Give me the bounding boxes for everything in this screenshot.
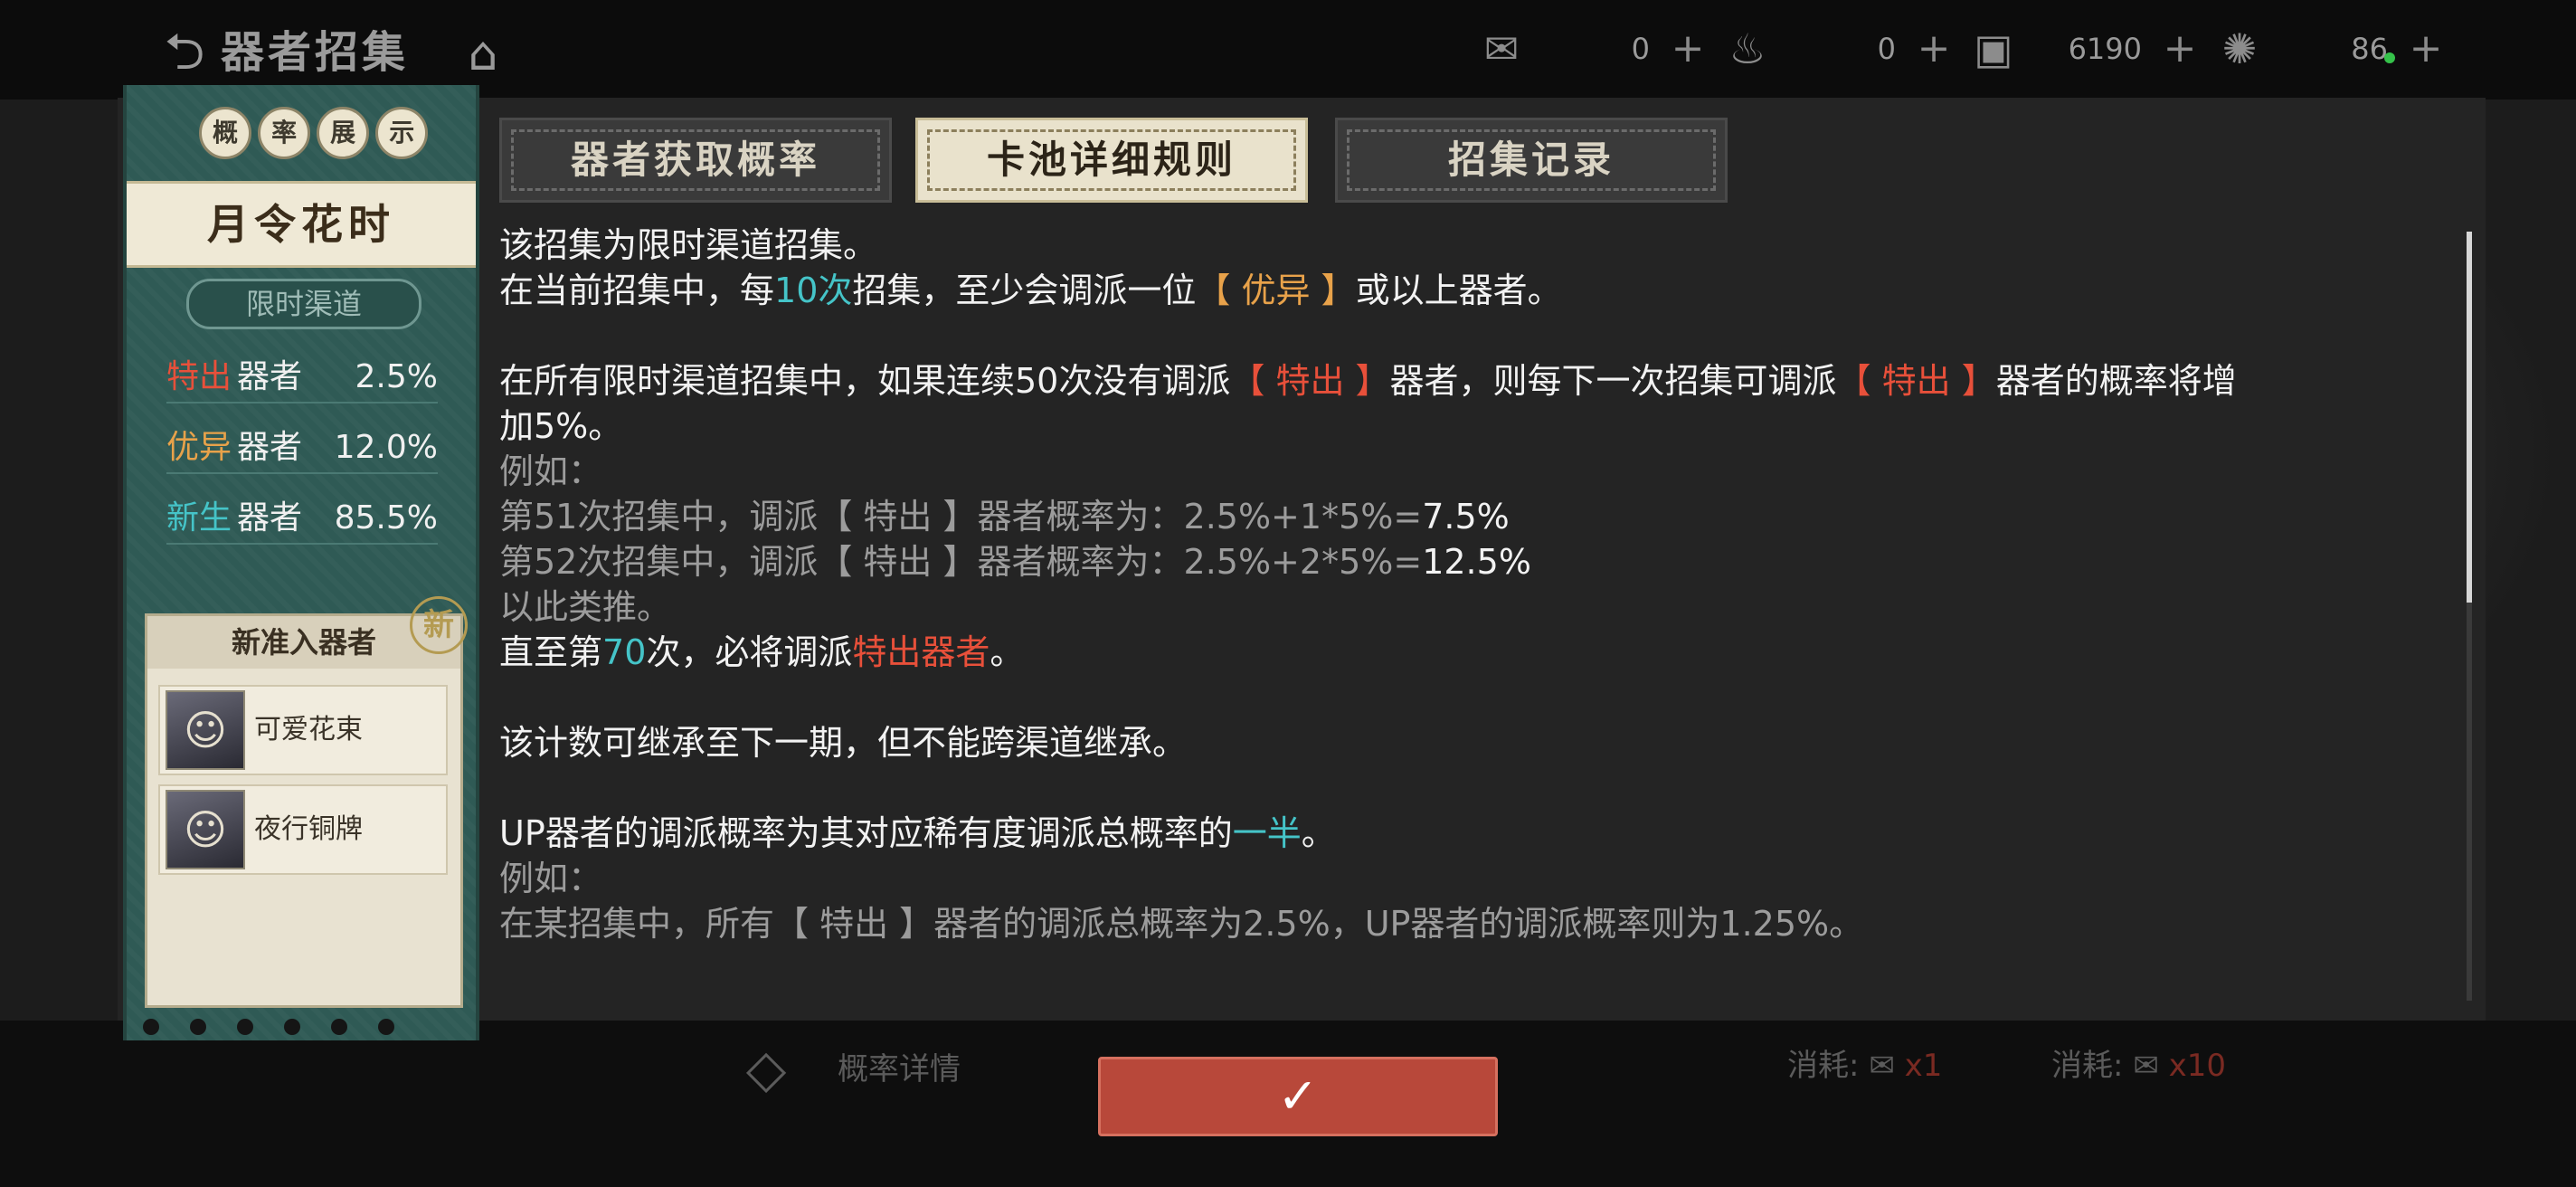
rate-row-excellent: 优异 器者 12.0% <box>166 423 438 474</box>
new-character-item[interactable]: ☺ 夜行铜牌 <box>158 784 448 875</box>
probability-detail-label: 概率详情 <box>838 1051 961 1087</box>
rarity-label: 特出 <box>166 358 232 395</box>
rate-row-newborn: 新生 器者 85.5% <box>166 494 438 545</box>
kind-label: 器者 <box>237 499 303 537</box>
cost-amount: x10 <box>2168 1048 2226 1084</box>
badge-char: 概 <box>199 107 251 159</box>
avatar: ☺ <box>166 690 245 770</box>
pool-name: 月令花时 <box>207 200 395 249</box>
rules-text[interactable]: 该招集为限时渠道招集。 在当前招集中，每10次招集，至少会调派一位【 优异 】或… <box>499 223 2453 955</box>
coin-icon: ▣ <box>1974 24 2013 73</box>
envelope-icon: ✉ <box>1483 24 1520 73</box>
back-arrow-icon[interactable]: ⮌ <box>156 24 213 81</box>
character-name: 可爱花束 <box>254 714 363 745</box>
badge-char: 展 <box>317 107 370 159</box>
ticket-edge <box>143 1019 459 1037</box>
rule-line: 第52次招集中，调派【 特出 】器者概率为：2.5%+2*5%=12.5% <box>499 542 1531 582</box>
rule-line: 例如： <box>499 451 603 491</box>
currency-envelope: ✉ 0 + <box>1474 20 1709 78</box>
cost-single: 消耗: ✉ x1 <box>1787 1040 1942 1091</box>
currency-gem: ✺ 86 + <box>2212 20 2448 78</box>
screen-title: 器者招集 <box>221 27 410 78</box>
kind-label: 器者 <box>237 358 303 395</box>
rule-line: 加5%。 <box>499 406 623 446</box>
rule-line: 直至第70次，必将调派特出器者。 <box>499 632 1025 672</box>
rule-line: 例如： <box>499 859 603 898</box>
currency-value: 86 <box>2351 32 2388 66</box>
new-character-item[interactable]: ☺ 可爱花束 <box>158 685 448 775</box>
currency-value: 6190 <box>2068 32 2142 66</box>
cost-ten: 消耗: ✉ x10 <box>2051 1040 2226 1091</box>
character-name: 夜行铜牌 <box>254 813 363 845</box>
tab-pool-rules[interactable]: 卡池详细规则 <box>915 118 1308 203</box>
rule-line: UP器者的调派概率为其对应稀有度调派总概率的一半。 <box>499 813 1336 853</box>
status-dot <box>2384 52 2395 63</box>
tab-label: 招集记录 <box>1447 138 1615 182</box>
new-characters-box: 新准入器者 新 ☺ 可爱花束 ☺ 夜行铜牌 <box>145 596 468 1008</box>
rate-value: 12.0% <box>334 429 438 466</box>
channel-tag: 限时渠道 <box>186 279 421 329</box>
add-currency-button[interactable]: + <box>2160 25 2200 72</box>
rate-row-special: 特出 器者 2.5% <box>166 353 438 404</box>
cost-amount: x1 <box>1904 1048 1943 1084</box>
currency-bell: ♨ 0 + <box>1720 20 1956 78</box>
rarity-label: 优异 <box>166 429 232 466</box>
rate-display-badges: 概 率 展 示 <box>199 107 430 166</box>
envelope-icon: ✉ <box>1869 1048 1895 1084</box>
envelope-icon: ✉ <box>2133 1048 2159 1084</box>
rate-value: 85.5% <box>334 499 438 537</box>
add-currency-button[interactable]: + <box>1914 25 1954 72</box>
rule-line: 该计数可继承至下一期，但不能跨渠道继承。 <box>499 723 1188 763</box>
tab-acquire-probability[interactable]: 器者获取概率 <box>499 118 892 203</box>
rate-value: 2.5% <box>355 358 438 395</box>
tab-label: 器者获取概率 <box>570 138 820 182</box>
rule-line: 该招集为限时渠道招集。 <box>499 225 878 265</box>
badge-char: 率 <box>258 107 311 159</box>
rule-line: 以此类推。 <box>499 587 672 627</box>
scrollbar-thumb[interactable] <box>2467 232 2472 603</box>
rule-line: 在当前招集中，每10次招集，至少会调派一位【 优异 】或以上器者。 <box>499 271 1562 310</box>
tab-recruit-history[interactable]: 招集记录 <box>1335 118 1728 203</box>
badge-char: 示 <box>375 107 429 159</box>
home-icon[interactable]: ⌂ <box>456 27 510 81</box>
pool-name-banner: 月令花时 <box>127 181 476 268</box>
confirm-button[interactable]: ✓ <box>1098 1057 1498 1136</box>
avatar: ☺ <box>166 790 245 869</box>
rule-line: 在所有限时渠道招集中，如果连续50次没有调派【 特出 】器者，则每下一次招集可调… <box>499 361 2237 401</box>
rule-line: 第51次招集中，调派【 特出 】器者概率为：2.5%+1*5%=7.5% <box>499 497 1510 537</box>
new-seal-icon: 新 <box>410 596 468 654</box>
tab-label: 卡池详细规则 <box>986 138 1236 182</box>
cost-label: 消耗: <box>2051 1048 2124 1084</box>
gem-icon: ✺ <box>2221 24 2258 73</box>
currency-value: 0 <box>1631 32 1650 66</box>
add-currency-button[interactable]: + <box>1668 25 1708 72</box>
currency-value: 0 <box>1877 32 1896 66</box>
warning-diamond-icon: ◇ <box>745 1038 787 1099</box>
kind-label: 器者 <box>237 429 303 466</box>
pool-sidebar: 概 率 展 示 月令花时 限时渠道 特出 器者 2.5% 优异 器者 12.0%… <box>123 85 479 1040</box>
rarity-label: 新生 <box>166 499 232 537</box>
currency-coin: ▣ 6190 + <box>1966 20 2202 78</box>
checkmark-icon: ✓ <box>1277 1068 1319 1125</box>
bell-icon: ♨ <box>1728 24 1766 73</box>
add-currency-button[interactable]: + <box>2406 25 2446 72</box>
rule-line: 在某招集中，所有【 特出 】器者的调派总概率为2.5%，UP器者的调派概率则为1… <box>499 904 1864 944</box>
cost-label: 消耗: <box>1787 1048 1860 1084</box>
probability-detail-button[interactable]: ◇ 概率详情 <box>733 1037 1058 1100</box>
